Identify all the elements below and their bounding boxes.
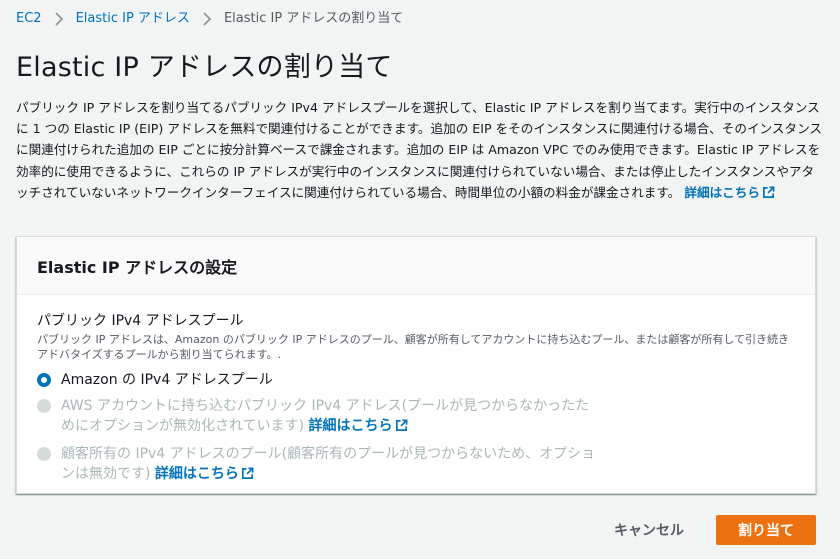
chevron-right-icon: [50, 10, 68, 28]
form-actions: キャンセル 割り当て: [596, 514, 816, 546]
radio-option-customer-owned-pool: 顧客所有の IPv4 アドレスのプール(顧客所有のプールが見つからないため、オプ…: [37, 444, 795, 486]
breadcrumb-current: Elastic IP アドレスの割り当て: [223, 11, 404, 26]
coip-learn-more-label: 詳細はこちら: [154, 466, 239, 482]
radio-button-disabled: [37, 447, 51, 461]
page-description: パブリック IP アドレスを割り当てるパブリック IPv4 アドレスプールを選択…: [16, 97, 824, 205]
radio-option-byoip-pool: AWS アカウントに持ち込むパブリック IPv4 アドレス(プールが見つからなか…: [37, 396, 795, 438]
breadcrumb-elastic-ip-link[interactable]: Elastic IP アドレス: [76, 10, 190, 28]
external-link-icon: [241, 466, 254, 486]
ipv4-pool-description: パブリック IP アドレスは、Amazon のパブリック IP アドレスのプール…: [37, 333, 790, 361]
breadcrumb: EC2 Elastic IP アドレス Elastic IP アドレスの割り当て: [16, 10, 403, 28]
learn-more-label: 詳細はこちら: [684, 184, 760, 200]
allocate-button[interactable]: 割り当て: [716, 515, 816, 545]
chevron-right-icon: [198, 10, 216, 28]
page-title: Elastic IP アドレスの割り当て: [16, 52, 393, 83]
elastic-ip-settings-panel: Elastic IP アドレスの設定 パブリック IPv4 アドレスプール パブ…: [16, 236, 816, 494]
radio-button-checked[interactable]: [37, 373, 51, 387]
external-link-icon: [395, 418, 408, 438]
cancel-button[interactable]: キャンセル: [596, 514, 702, 546]
radio-label-customer-owned-pool: 顧客所有の IPv4 アドレスのプール(顧客所有のプールが見つからないため、オプ…: [61, 444, 601, 486]
panel-body: パブリック IPv4 アドレスプール パブリック IP アドレスは、Amazon…: [17, 295, 815, 486]
byoip-learn-more-label: 詳細はこちら: [308, 418, 393, 434]
panel-title: Elastic IP アドレスの設定: [37, 257, 238, 277]
panel-header: Elastic IP アドレスの設定: [17, 237, 815, 295]
coip-text: 顧客所有の IPv4 アドレスのプール(顧客所有のプールが見つからないため、オプ…: [61, 446, 596, 482]
radio-label-byoip-pool: AWS アカウントに持ち込むパブリック IPv4 アドレス(プールが見つからなか…: [61, 396, 601, 438]
radio-option-amazon-pool[interactable]: Amazon の IPv4 アドレスプール: [37, 370, 795, 390]
external-link-icon: [762, 184, 775, 205]
byoip-learn-more-link[interactable]: 詳細はこちら: [309, 418, 408, 434]
coip-learn-more-link[interactable]: 詳細はこちら: [155, 466, 254, 482]
ipv4-pool-label: パブリック IPv4 アドレスプール: [37, 313, 244, 329]
breadcrumb-ec2-link[interactable]: EC2: [16, 10, 42, 28]
learn-more-link[interactable]: 詳細はこちら: [684, 185, 775, 200]
radio-label-amazon-pool: Amazon の IPv4 アドレスプール: [61, 372, 273, 388]
radio-button-disabled: [37, 399, 51, 413]
